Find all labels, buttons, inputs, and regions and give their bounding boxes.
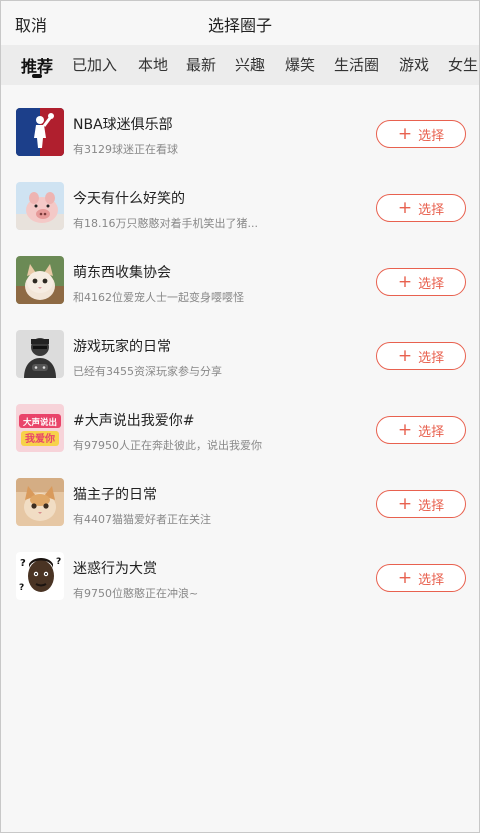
list-item[interactable]: NBA球迷俱乐部 有3129球迷正在看球 + 选择 — [1, 99, 479, 159]
circle-name: #大声说出我爱你# — [73, 413, 195, 429]
sticker-text-top: 大声说出 — [23, 417, 57, 428]
circle-desc: 已经有3455资深玩家参与分享 — [73, 365, 222, 378]
plus-icon: + — [397, 345, 413, 366]
tab-funny[interactable]: 爆笑 — [285, 54, 315, 75]
circle-name: 今天有什么好笑的 — [73, 191, 185, 207]
nba-logo-icon — [16, 108, 64, 156]
svg-text:?: ? — [56, 557, 61, 567]
app-window: 取消 选择圈子 推荐 已加入 本地 最新 兴趣 爆笑 生活圈 游戏 女生 NBA… — [0, 0, 480, 833]
select-button[interactable]: + 选择 — [376, 342, 466, 370]
circle-desc: 和4162位爱宠人士一起变身嘤嘤怪 — [73, 291, 244, 304]
tab-joined[interactable]: 已加入 — [72, 54, 117, 75]
gamer-icon — [16, 330, 64, 378]
select-label: 选择 — [418, 202, 445, 218]
svg-text:?: ? — [20, 558, 26, 569]
select-label: 选择 — [418, 276, 445, 292]
select-label: 选择 — [418, 128, 445, 144]
select-button[interactable]: + 选择 — [376, 416, 466, 444]
select-button[interactable]: + 选择 — [376, 490, 466, 518]
list-item[interactable]: 游戏玩家的日常 已经有3455资深玩家参与分享 + 选择 — [1, 321, 479, 381]
circle-desc: 有9750位憨憨正在冲浪~ — [73, 587, 199, 600]
circle-desc: 有3129球迷正在看球 — [73, 143, 178, 156]
confused-man-icon: ? ? ? — [16, 552, 64, 600]
circle-name: NBA球迷俱乐部 — [73, 117, 173, 133]
select-button[interactable]: + 选择 — [376, 564, 466, 592]
tab-interest[interactable]: 兴趣 — [235, 54, 265, 75]
select-button[interactable]: + 选择 — [376, 120, 466, 148]
cat-photo-icon — [16, 256, 64, 304]
circle-desc: 有18.16万只憨憨对着手机笑出了猪... — [73, 217, 258, 230]
active-tab-indicator — [32, 74, 42, 78]
kitten-photo-icon — [16, 478, 64, 526]
circle-name: 游戏玩家的日常 — [73, 339, 171, 355]
plus-icon: + — [397, 197, 413, 218]
list-item[interactable]: 萌东西收集协会 和4162位爱宠人士一起变身嘤嘤怪 + 选择 — [1, 247, 479, 307]
circle-desc: 有4407猫猫爱好者正在关注 — [73, 513, 211, 526]
select-label: 选择 — [418, 572, 445, 588]
circle-name: 萌东西收集协会 — [73, 265, 171, 281]
page-title: 选择圈子 — [207, 16, 272, 35]
plus-icon: + — [397, 567, 413, 588]
select-label: 选择 — [418, 424, 445, 440]
select-button[interactable]: + 选择 — [376, 268, 466, 296]
list-item[interactable]: 大声说出 我爱你 #大声说出我爱你# 有97950人正在奔赴彼此，说出我爱你 +… — [1, 395, 479, 455]
tab-local[interactable]: 本地 — [138, 54, 168, 75]
list-item[interactable]: ? ? ? 迷惑行为大赏 有9750位憨憨正在冲浪~ + 选择 — [1, 543, 479, 603]
sticker-text-bottom: 我爱你 — [25, 432, 55, 445]
header: 取消 选择圈子 — [1, 1, 479, 45]
circle-desc: 有97950人正在奔赴彼此，说出我爱你 — [73, 439, 262, 452]
circle-name: 迷惑行为大赏 — [73, 561, 157, 577]
tab-games[interactable]: 游戏 — [399, 54, 429, 75]
circle-name: 猫主子的日常 — [73, 487, 157, 503]
plus-icon: + — [397, 123, 413, 144]
select-button[interactable]: + 选择 — [376, 194, 466, 222]
tab-latest[interactable]: 最新 — [186, 54, 216, 75]
select-label: 选择 — [418, 350, 445, 366]
list-item[interactable]: 猫主子的日常 有4407猫猫爱好者正在关注 + 选择 — [1, 469, 479, 529]
tab-bar: 推荐 已加入 本地 最新 兴趣 爆笑 生活圈 游戏 女生 — [1, 45, 479, 85]
tab-life[interactable]: 生活圈 — [334, 54, 379, 75]
plus-icon: + — [397, 271, 413, 292]
pig-photo-icon — [16, 182, 64, 230]
plus-icon: + — [397, 493, 413, 514]
svg-text:?: ? — [19, 583, 24, 593]
tab-girls[interactable]: 女生 — [448, 54, 478, 75]
select-label: 选择 — [418, 498, 445, 514]
love-sticker-icon: 大声说出 我爱你 — [16, 404, 64, 452]
list-item[interactable]: 今天有什么好笑的 有18.16万只憨憨对着手机笑出了猪... + 选择 — [1, 173, 479, 233]
plus-icon: + — [397, 419, 413, 440]
